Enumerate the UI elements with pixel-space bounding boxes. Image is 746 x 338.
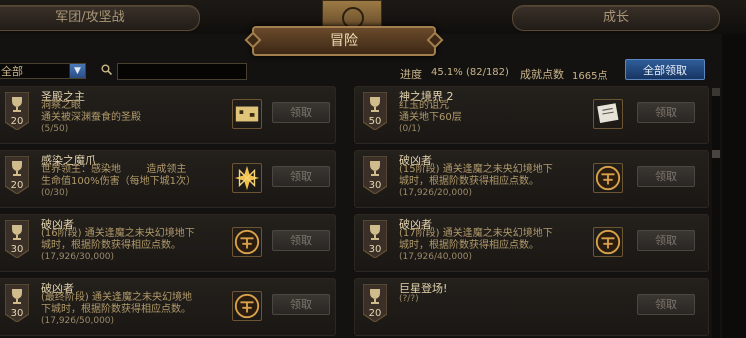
achievement-progress: (?/?)	[399, 294, 419, 304]
achievement-points: 20	[10, 116, 24, 127]
progress-label: 进度	[400, 68, 422, 81]
achievement-points: 30	[10, 308, 24, 319]
claim-all-button[interactable]: 全部领取	[625, 59, 705, 80]
achievement-card: 20 巨星登场! (?/?) 领取	[354, 278, 709, 336]
trophy-badge-icon: 30	[4, 219, 30, 259]
achievement-card: 30 破凶者 (17阶段) 通关逢魔之未央幻境地下 城时，根据阶数获得相应点数。…	[354, 214, 709, 272]
claim-button[interactable]: 领取	[637, 166, 695, 187]
claim-button[interactable]: 领取	[637, 102, 695, 123]
scroll-icon[interactable]	[593, 99, 623, 129]
achievement-points: 30	[10, 244, 24, 255]
trophy-badge-icon: 20	[4, 91, 30, 131]
claim-button[interactable]: 领取	[272, 166, 330, 187]
trophy-badge-icon: 20	[362, 283, 388, 323]
achievement-desc: 世界领主：感染地 造成领主 生命值100%伤害（每地下城1次）	[41, 164, 196, 187]
rune-icon[interactable]	[232, 227, 262, 257]
claim-button[interactable]: 领取	[272, 102, 330, 123]
progress-value: 45.1% (82/182)	[431, 67, 509, 78]
achievement-points: 30	[368, 244, 382, 255]
points-label: 成就点数	[520, 68, 564, 81]
trophy-badge-icon: 30	[362, 219, 388, 259]
trophy-badge-icon: 50	[362, 91, 388, 131]
achievement-desc: 洞察之眼 通关被深渊蚕食的圣殿	[41, 100, 141, 123]
search-icon	[101, 64, 112, 75]
rune-icon[interactable]	[232, 291, 262, 321]
achievement-card: 30 破凶者 (15阶段) 通关逢魔之未央幻境地下 城时，根据阶数获得相应点数。…	[354, 150, 709, 208]
claim-button[interactable]: 领取	[272, 230, 330, 251]
claim-button[interactable]: 领取	[637, 294, 695, 315]
scrollbar-track[interactable]	[712, 90, 720, 338]
achievement-card: 20 感染之魔爪 世界领主：感染地 造成领主 生命值100%伤害（每地下城1次）…	[0, 150, 336, 208]
search-input[interactable]	[117, 63, 247, 80]
achievement-points: 50	[368, 116, 382, 127]
rune-icon[interactable]	[593, 227, 623, 257]
points-value: 1665点	[572, 71, 608, 82]
achievement-progress: (17,926/30,000)	[41, 252, 115, 262]
map-icon[interactable]	[232, 99, 262, 129]
achievement-progress: (17,926/20,000)	[399, 188, 473, 198]
achievement-progress: (17,926/50,000)	[41, 316, 115, 326]
rune-icon[interactable]	[593, 163, 623, 193]
burst-icon[interactable]	[232, 163, 262, 193]
scroll-up-icon[interactable]	[712, 88, 720, 96]
tab-growth[interactable]: 成长	[512, 5, 720, 31]
tab-adventure[interactable]: 冒险	[252, 26, 436, 56]
claim-button[interactable]: 领取	[272, 294, 330, 315]
trophy-badge-icon: 30	[362, 155, 388, 195]
achievement-card: 30 破凶者 (16阶段) 通关逢魔之未央幻境地下 城时，根据阶数获得相应点数。…	[0, 214, 336, 272]
achievement-progress: (5/50)	[41, 124, 69, 134]
achievement-points: 20	[368, 308, 382, 319]
achievement-progress: (0/30)	[41, 188, 69, 198]
achievement-points: 20	[10, 180, 24, 191]
trophy-badge-icon: 20	[4, 155, 30, 195]
scrollbar-thumb[interactable]	[712, 150, 720, 158]
right-edge-panel	[722, 34, 746, 338]
achievement-card: 50 神之境界 2 红玉的诅咒 通关地下60层 (0/1) 领取	[354, 86, 709, 144]
achievement-card: 30 破凶者 (最终阶段) 通关逢魔之未央幻境地 下城时，根据阶数获得相应点数。…	[0, 278, 336, 336]
tab-legion-raid[interactable]: 军团/攻坚战	[0, 5, 200, 31]
achievement-desc: (最终阶段) 通关逢魔之未央幻境地 下城时，根据阶数获得相应点数。	[41, 292, 192, 315]
trophy-badge-icon: 30	[4, 283, 30, 323]
achievement-card: 20 圣殿之主 洞察之眼 通关被深渊蚕食的圣殿 (5/50) 领取	[0, 86, 336, 144]
achievement-desc: (17阶段) 通关逢魔之未央幻境地下 城时，根据阶数获得相应点数。	[399, 228, 553, 251]
achievement-progress: (0/1)	[399, 124, 421, 134]
achievement-desc: 红玉的诅咒 通关地下60层	[399, 100, 462, 123]
achievement-desc: (16阶段) 通关逢魔之未央幻境地下 城时，根据阶数获得相应点数。	[41, 228, 195, 251]
achievement-desc: (15阶段) 通关逢魔之未央幻境地下 城时，根据阶数获得相应点数。	[399, 164, 553, 187]
achievement-points: 30	[368, 180, 382, 191]
achievement-progress: (17,926/40,000)	[399, 252, 473, 262]
claim-button[interactable]: 领取	[637, 230, 695, 251]
chevron-down-icon[interactable]: ▼	[69, 64, 85, 78]
